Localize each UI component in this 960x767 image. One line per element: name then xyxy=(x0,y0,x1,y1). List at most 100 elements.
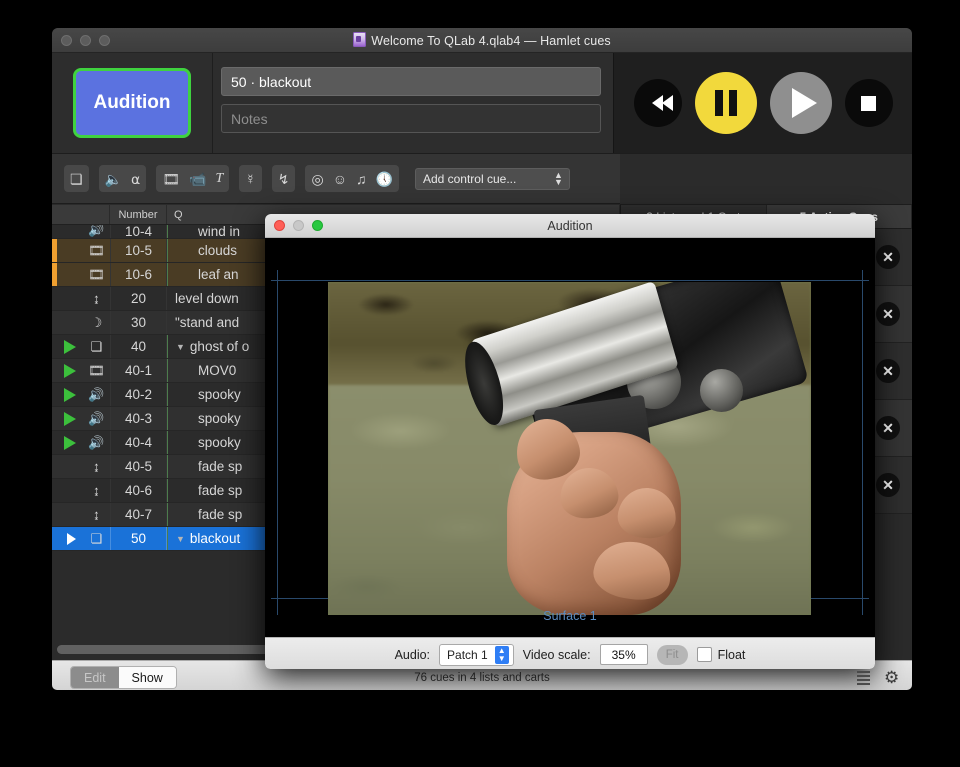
cue-title-text: fade sp xyxy=(198,507,242,522)
edit-show-toggle[interactable]: Edit Show xyxy=(70,666,177,689)
column-header-marker[interactable] xyxy=(52,205,110,224)
text-icon[interactable]: T xyxy=(215,172,223,186)
video-cue-tools[interactable]: 🎞 📹 T xyxy=(156,165,229,192)
audition-button[interactable]: Audition xyxy=(73,68,191,138)
fade-cue-tools[interactable]: ↯ xyxy=(272,165,296,192)
cue-title-text: spooky xyxy=(198,387,241,402)
light-cue-tools[interactable]: ☿ xyxy=(239,165,262,192)
cue-number[interactable]: 40-1 xyxy=(110,359,167,382)
audio-patch-dropdown[interactable]: Patch 1 ▲▼ xyxy=(439,644,514,666)
audition-zone: Audition xyxy=(52,53,213,153)
float-label: Float xyxy=(718,648,746,662)
main-window-title-text: Welcome To QLab 4.qlab4 — Hamlet cues xyxy=(371,34,610,48)
close-icon[interactable]: ✕ xyxy=(876,416,900,440)
float-checkbox[interactable] xyxy=(697,647,712,662)
playing-triangle-icon xyxy=(64,412,76,426)
speaker-icon: 🔊 xyxy=(83,411,110,427)
surface-label: Surface 1 xyxy=(265,609,875,623)
cue-number[interactable]: 40-2 xyxy=(110,383,167,406)
add-control-cue-dropdown[interactable]: Add control cue... ▲▼ xyxy=(415,168,570,190)
column-header-number[interactable]: Number xyxy=(110,205,167,224)
cue-title-text: MOV0 xyxy=(198,363,236,378)
cue-flag-marker xyxy=(52,503,57,526)
disclosure-triangle-icon[interactable]: ▼ xyxy=(176,534,185,544)
cue-number[interactable]: 50 xyxy=(110,527,167,550)
cue-play-indicator xyxy=(57,388,83,402)
cue-number[interactable]: 40 xyxy=(110,335,167,358)
music-icon[interactable]: ♫ xyxy=(356,172,367,186)
fade-icon: ↨ xyxy=(83,459,110,474)
group-cue-icon: ❏ xyxy=(83,339,110,355)
cue-play-indicator xyxy=(57,436,83,450)
midi-icon[interactable]: ☺ xyxy=(333,172,347,186)
audio-cue-tools[interactable]: 🔈 ⍺ xyxy=(99,165,147,192)
close-icon[interactable]: ✕ xyxy=(876,245,900,269)
speaker-icon: 🔊 xyxy=(83,435,110,451)
group-cue-icon[interactable]: ❏ xyxy=(70,172,83,186)
pause-button[interactable] xyxy=(695,72,757,134)
clock-icon[interactable]: 🕔 xyxy=(376,172,393,186)
guide-line-top xyxy=(271,280,869,281)
rewind-button[interactable] xyxy=(634,79,682,127)
play-button[interactable] xyxy=(770,72,832,134)
video-preview[interactable] xyxy=(328,282,811,615)
cue-number[interactable]: 10-6 xyxy=(110,263,167,286)
cue-flag-marker xyxy=(52,287,57,310)
microphone-icon[interactable]: ⍺ xyxy=(131,172,140,186)
cue-name-input[interactable]: 50 · blackout xyxy=(221,67,601,96)
cue-number[interactable]: 10-4 xyxy=(110,225,167,238)
lightbulb-icon[interactable]: ☿ xyxy=(245,172,256,186)
cue-play-indicator xyxy=(57,412,83,426)
fade-icon: ↨ xyxy=(83,483,110,498)
cue-number[interactable]: 40-3 xyxy=(110,407,167,430)
edit-mode-button[interactable]: Edit xyxy=(71,667,119,688)
show-mode-button[interactable]: Show xyxy=(119,667,176,688)
fade-icon[interactable]: ↯ xyxy=(278,172,290,186)
audition-canvas[interactable]: Surface 1 xyxy=(265,238,875,637)
minimize-window-button[interactable] xyxy=(80,35,91,46)
video-scale-input[interactable]: 35% xyxy=(600,644,648,665)
cue-flag-marker xyxy=(52,479,57,502)
target-icon[interactable]: ◎ xyxy=(311,172,323,186)
video-camera-dial-secondary xyxy=(700,369,743,412)
close-icon[interactable]: ✕ xyxy=(876,302,900,326)
cue-number[interactable]: 20 xyxy=(110,287,167,310)
disclosure-triangle-icon[interactable]: ▼ xyxy=(176,342,185,352)
notes-input[interactable]: Notes xyxy=(221,104,601,133)
group-cue-tools[interactable]: ❏ xyxy=(64,165,89,192)
close-icon[interactable]: ✕ xyxy=(876,359,900,383)
fit-button[interactable]: Fit xyxy=(657,645,688,665)
list-view-icon[interactable] xyxy=(857,671,870,685)
camera-icon[interactable]: 📹 xyxy=(189,172,206,186)
network-cue-tools[interactable]: ◎ ☺ ♫ 🕔 xyxy=(305,165,398,192)
toolbar-filler xyxy=(620,154,912,205)
float-checkbox-wrap[interactable]: Float xyxy=(697,647,746,662)
main-window-traffic-lights[interactable] xyxy=(61,35,110,46)
film-icon: 🎞 xyxy=(83,243,110,259)
film-icon: 🎞 xyxy=(83,267,110,283)
speaker-icon: 🔊 xyxy=(83,225,110,238)
guide-line-left xyxy=(277,270,278,615)
playing-triangle-icon xyxy=(64,340,76,354)
chevron-up-down-icon: ▲▼ xyxy=(495,646,509,664)
cue-number[interactable]: 40-4 xyxy=(110,431,167,454)
close-window-button[interactable] xyxy=(61,35,72,46)
cue-number[interactable]: 40-7 xyxy=(110,503,167,526)
cue-toolbar: ❏ 🔈 ⍺ 🎞 📹 T ☿ ↯ ◎ xyxy=(52,154,620,204)
cue-number[interactable]: 30 xyxy=(110,311,167,334)
cue-title-text: clouds xyxy=(198,243,237,258)
cue-title-text: fade sp xyxy=(198,459,242,474)
cue-number[interactable]: 10-5 xyxy=(110,239,167,262)
cue-number[interactable]: 40-5 xyxy=(110,455,167,478)
speaker-icon[interactable]: 🔈 xyxy=(105,172,122,186)
playing-triangle-icon xyxy=(64,436,76,450)
cue-number[interactable]: 40-6 xyxy=(110,479,167,502)
zoom-window-button[interactable] xyxy=(99,35,110,46)
cue-title-text: wind in xyxy=(198,225,240,238)
film-icon[interactable]: 🎞 xyxy=(162,172,180,186)
gear-icon[interactable]: ⚙ xyxy=(884,670,900,686)
stop-button[interactable] xyxy=(845,79,893,127)
cue-title-text: ghost of o xyxy=(190,339,249,354)
cue-title-text: "stand and xyxy=(175,315,239,330)
close-icon[interactable]: ✕ xyxy=(876,473,900,497)
